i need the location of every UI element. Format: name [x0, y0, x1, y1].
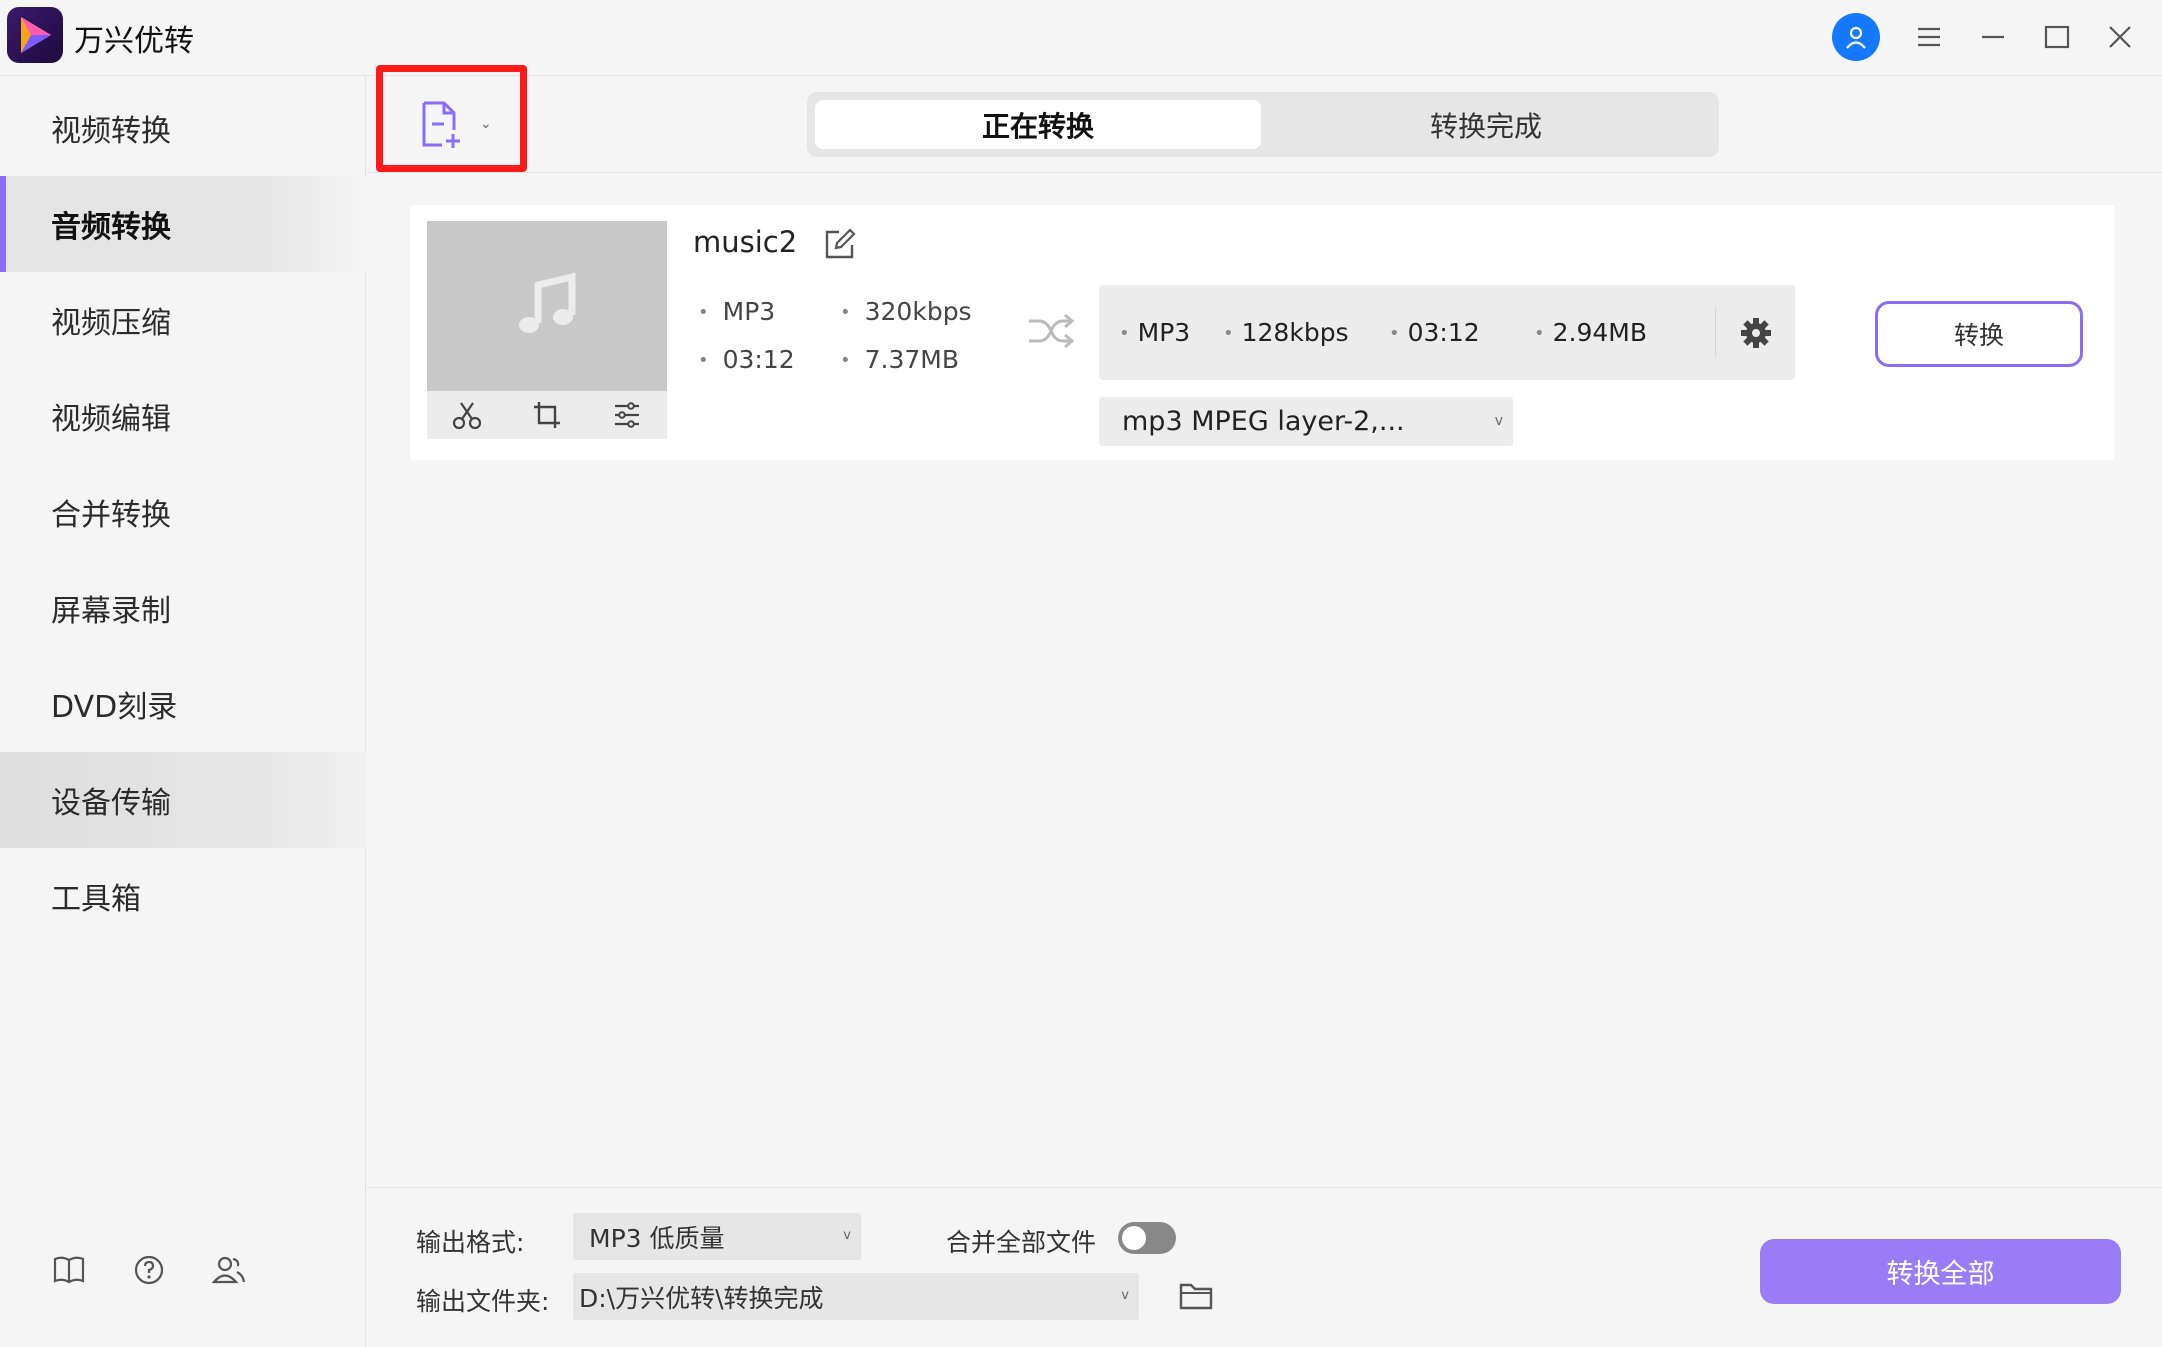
output-size: 2.94MB: [1534, 318, 1647, 347]
thumbnail-toolbar: [427, 391, 667, 439]
sidebar-item-label: 合并转换: [51, 498, 171, 533]
source-format: MP3: [698, 297, 776, 326]
rename-edit-icon[interactable]: [823, 227, 857, 261]
app-title: 万兴优转: [74, 24, 194, 59]
output-duration: 03:12: [1389, 318, 1480, 347]
sidebar-item-video-compress[interactable]: 视频压缩: [0, 272, 366, 368]
convert-all-button[interactable]: 转换全部: [1760, 1239, 2121, 1304]
sidebar-item-dvd-burn[interactable]: DVD刻录: [0, 656, 366, 752]
sidebar-item-device-transfer[interactable]: 设备传输: [0, 752, 366, 848]
file-thumbnail: [427, 221, 667, 391]
output-settings-box[interactable]: MP3 128kbps 03:12 2.94MB: [1099, 285, 1795, 380]
source-size: 7.37MB: [840, 345, 959, 374]
tab-converting[interactable]: 正在转换: [815, 100, 1261, 149]
convert-arrow-shuffle-icon: [1027, 311, 1075, 359]
sidebar-item-label: 音频转换: [51, 210, 171, 245]
chevron-down-icon: v: [1121, 1288, 1129, 1303]
sidebar-item-label: 视频编辑: [51, 402, 171, 437]
guide-book-icon[interactable]: [49, 1250, 89, 1290]
sidebar-item-audio-convert[interactable]: 音频转换: [0, 176, 366, 272]
effects-sliders-icon[interactable]: [607, 395, 647, 435]
sidebar-item-merge-convert[interactable]: 合并转换: [0, 464, 366, 560]
merge-files-label: 合并全部文件: [946, 1228, 1097, 1257]
footer-divider: [367, 1187, 2162, 1188]
music-note-icon: [519, 272, 576, 333]
app-logo-icon: [7, 7, 63, 63]
source-bitrate: 320kbps: [840, 297, 972, 326]
sidebar: 视频转换 音频转换 视频压缩 视频编辑 合并转换 屏幕录制 DVD刻录 设备传输…: [0, 76, 366, 1347]
trim-scissors-icon[interactable]: [447, 395, 487, 435]
sidebar-item-label: 视频转换: [51, 114, 171, 149]
sidebar-item-label: DVD刻录: [51, 690, 178, 725]
header-divider: [367, 172, 2162, 173]
source-duration: 03:12: [698, 345, 795, 374]
close-icon[interactable]: [2095, 12, 2145, 62]
output-format-select[interactable]: MP3 低质量 v: [573, 1213, 861, 1260]
add-file-dropdown-chevron-icon[interactable]: ⌄: [480, 116, 492, 132]
sidebar-item-screen-record[interactable]: 屏幕录制: [0, 560, 366, 656]
open-folder-icon[interactable]: [1178, 1280, 1214, 1312]
maximize-icon[interactable]: [2032, 12, 2082, 62]
minimize-icon[interactable]: [1968, 12, 2018, 62]
menu-icon[interactable]: [1904, 12, 1954, 62]
output-format: MP3: [1119, 318, 1191, 347]
gear-icon[interactable]: [1739, 316, 1773, 350]
sidebar-item-toolbox[interactable]: 工具箱: [0, 848, 366, 944]
chevron-down-icon: v: [843, 1228, 851, 1243]
help-icon[interactable]: [129, 1250, 169, 1290]
sidebar-item-label: 工具箱: [51, 882, 141, 917]
add-file-icon[interactable]: [420, 100, 464, 150]
output-folder-path: D:\万兴优转\转换完成: [579, 1283, 824, 1313]
sidebar-item-video-convert[interactable]: 视频转换: [0, 80, 366, 176]
merge-files-toggle[interactable]: [1118, 1222, 1176, 1254]
community-users-icon[interactable]: [209, 1250, 249, 1290]
file-card: music2 MP3 320kbps 03:12 7.37MB MP3 128k…: [410, 205, 2115, 460]
crop-icon[interactable]: [527, 395, 567, 435]
output-divider: [1715, 307, 1716, 357]
output-folder-select[interactable]: D:\万兴优转\转换完成 v: [573, 1273, 1139, 1320]
codec-select-value: mp3 MPEG layer-2,...: [1122, 406, 1405, 437]
sidebar-item-video-edit[interactable]: 视频编辑: [0, 368, 366, 464]
output-format-label: 输出格式:: [416, 1228, 525, 1257]
convert-button[interactable]: 转换: [1875, 301, 2083, 367]
output-format-value: MP3 低质量: [589, 1223, 725, 1253]
chevron-down-icon: v: [1494, 413, 1503, 429]
user-avatar-icon[interactable]: [1832, 13, 1880, 61]
sidebar-item-label: 视频压缩: [51, 306, 171, 341]
file-name: music2: [693, 225, 798, 259]
output-folder-label: 输出文件夹:: [416, 1287, 550, 1316]
title-bar: 万兴优转: [0, 0, 2162, 76]
sidebar-item-label: 设备传输: [51, 786, 171, 821]
sidebar-item-label: 屏幕录制: [51, 594, 171, 629]
output-bitrate: 128kbps: [1223, 318, 1349, 347]
tab-completed[interactable]: 转换完成: [1263, 100, 1709, 149]
status-tabs: 正在转换 转换完成: [807, 92, 1719, 157]
codec-select[interactable]: mp3 MPEG layer-2,... v: [1099, 397, 1513, 446]
